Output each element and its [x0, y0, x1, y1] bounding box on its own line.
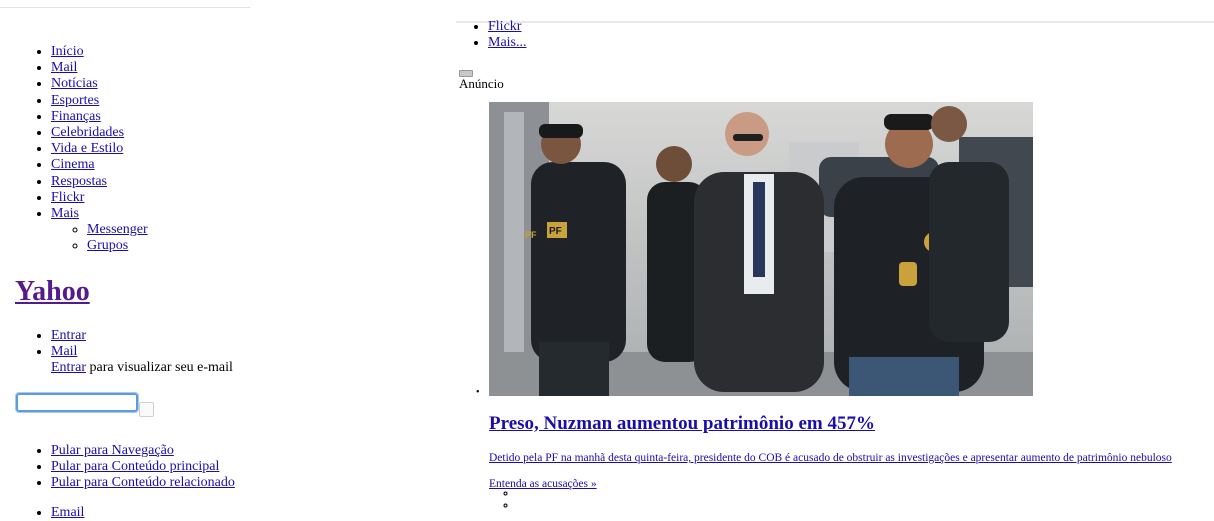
nav-link-cinema[interactable]: Cinema: [51, 157, 95, 172]
nav-item-inicio: Início: [51, 44, 260, 60]
account-item-mail: Mail Entrar para visualizar seu e-mail: [51, 344, 290, 376]
photo-officer-left: PF: [531, 124, 626, 396]
skip-links-list: Pular para Navegação Pular para Conteúdo…: [30, 443, 290, 492]
story-list-bullet: •: [476, 387, 480, 398]
skip-item-conteudo-relacionado: Pular para Conteúdo relacionado: [51, 475, 290, 491]
ad-label: Anúncio: [459, 76, 504, 91]
nav-item-esportes: Esportes: [51, 93, 260, 109]
story-photo[interactable]: PF PF: [489, 102, 1033, 396]
nav-item-celebridades: Celebridades: [51, 125, 260, 141]
skip-link-conteudo-relacionado[interactable]: Pular para Conteúdo relacionado: [51, 475, 235, 490]
top-divider: [456, 21, 1214, 23]
top-links-list: Flickr Mais...: [473, 19, 527, 51]
top-link-mais[interactable]: Mais...: [488, 35, 527, 50]
skip-item-navegacao: Pular para Navegação: [51, 443, 290, 459]
mail-link[interactable]: Mail: [51, 344, 77, 359]
email-link[interactable]: Email: [51, 505, 84, 520]
main-nav: Início Mail Notícias Esportes Finanças C…: [30, 44, 260, 255]
nav-link-inicio[interactable]: Início: [51, 44, 84, 59]
submenu-item-grupos: Grupos: [87, 238, 260, 254]
account-area: Entrar Mail Entrar para visualizar seu e…: [30, 328, 290, 377]
nav-link-respostas[interactable]: Respostas: [51, 174, 107, 189]
submenu-item-messenger: Messenger: [87, 222, 260, 238]
story-headline: Preso, Nuzman aumentou patrimônio em 457…: [489, 412, 875, 436]
nav-link-mais[interactable]: Mais: [51, 206, 79, 221]
mail-signin-note: Entrar para visualizar seu e-mail: [51, 360, 290, 376]
nav-link-esportes[interactable]: Esportes: [51, 93, 99, 108]
skip-item-conteudo-principal: Pular para Conteúdo principal: [51, 459, 290, 475]
photo-badge-text-left: PF: [549, 226, 562, 237]
top-item-flickr: Flickr: [488, 19, 527, 35]
nav-link-mail[interactable]: Mail: [51, 60, 77, 75]
nav-item-financas: Finanças: [51, 109, 260, 125]
nav-link-noticias[interactable]: Notícias: [51, 76, 98, 91]
story-pager: [505, 489, 517, 513]
signin-link[interactable]: Entrar: [51, 328, 86, 343]
main-nav-list: Início Mail Notícias Esportes Finanças C…: [30, 44, 260, 255]
skip-link-navegacao[interactable]: Pular para Navegação: [51, 443, 174, 458]
story-photo-image: PF PF: [489, 102, 1033, 396]
nav-link-financas[interactable]: Finanças: [51, 109, 101, 124]
extra-links-list: Email: [30, 505, 230, 521]
account-list: Entrar Mail Entrar para visualizar seu e…: [30, 328, 290, 377]
submenu-link-grupos[interactable]: Grupos: [87, 238, 128, 253]
search-input[interactable]: [15, 392, 139, 413]
nav-link-vida-e-estilo[interactable]: Vida e Estilo: [51, 141, 123, 156]
extra-links: Email: [30, 505, 230, 521]
story-headline-link[interactable]: Preso, Nuzman aumentou patrimônio em 457…: [489, 413, 875, 434]
top-link-flickr[interactable]: Flickr: [488, 19, 521, 34]
nav-item-mail: Mail: [51, 60, 260, 76]
left-divider: [0, 7, 250, 8]
nav-item-vida-e-estilo: Vida e Estilo: [51, 141, 260, 157]
photo-officer-left-2: PF: [525, 230, 537, 240]
mais-submenu: Messenger Grupos: [51, 222, 260, 254]
top-links: Flickr Mais...: [473, 19, 527, 51]
nav-link-flickr[interactable]: Flickr: [51, 190, 84, 205]
story-summary: Detido pela PF na manhã desta quinta-fei…: [489, 451, 1172, 465]
mail-hint-text: para visualizar seu e-mail: [85, 360, 233, 376]
top-item-mais: Mais...: [488, 35, 527, 51]
nav-item-cinema: Cinema: [51, 157, 260, 173]
brand-heading: Yahoo: [15, 276, 90, 308]
nav-item-mais: Mais Messenger Grupos: [51, 206, 260, 255]
skip-link-conteudo-principal[interactable]: Pular para Conteúdo principal: [51, 459, 219, 474]
mail-signin-link[interactable]: Entrar: [51, 360, 86, 375]
nav-item-flickr: Flickr: [51, 190, 260, 206]
account-item-signin: Entrar: [51, 328, 290, 344]
nav-item-respostas: Respostas: [51, 174, 260, 190]
photo-badge-text-sleeve: PF: [525, 230, 537, 240]
nav-item-noticias: Notícias: [51, 76, 260, 92]
submenu-link-messenger[interactable]: Messenger: [87, 222, 148, 237]
search-button[interactable]: [139, 402, 154, 417]
story-summary-link[interactable]: Detido pela PF na manhã desta quinta-fei…: [489, 452, 1172, 464]
skip-links: Pular para Navegação Pular para Conteúdo…: [30, 443, 290, 492]
extra-item-email: Email: [51, 505, 230, 521]
nav-link-celebridades[interactable]: Celebridades: [51, 125, 124, 140]
brand-logo-link[interactable]: Yahoo: [15, 276, 90, 307]
